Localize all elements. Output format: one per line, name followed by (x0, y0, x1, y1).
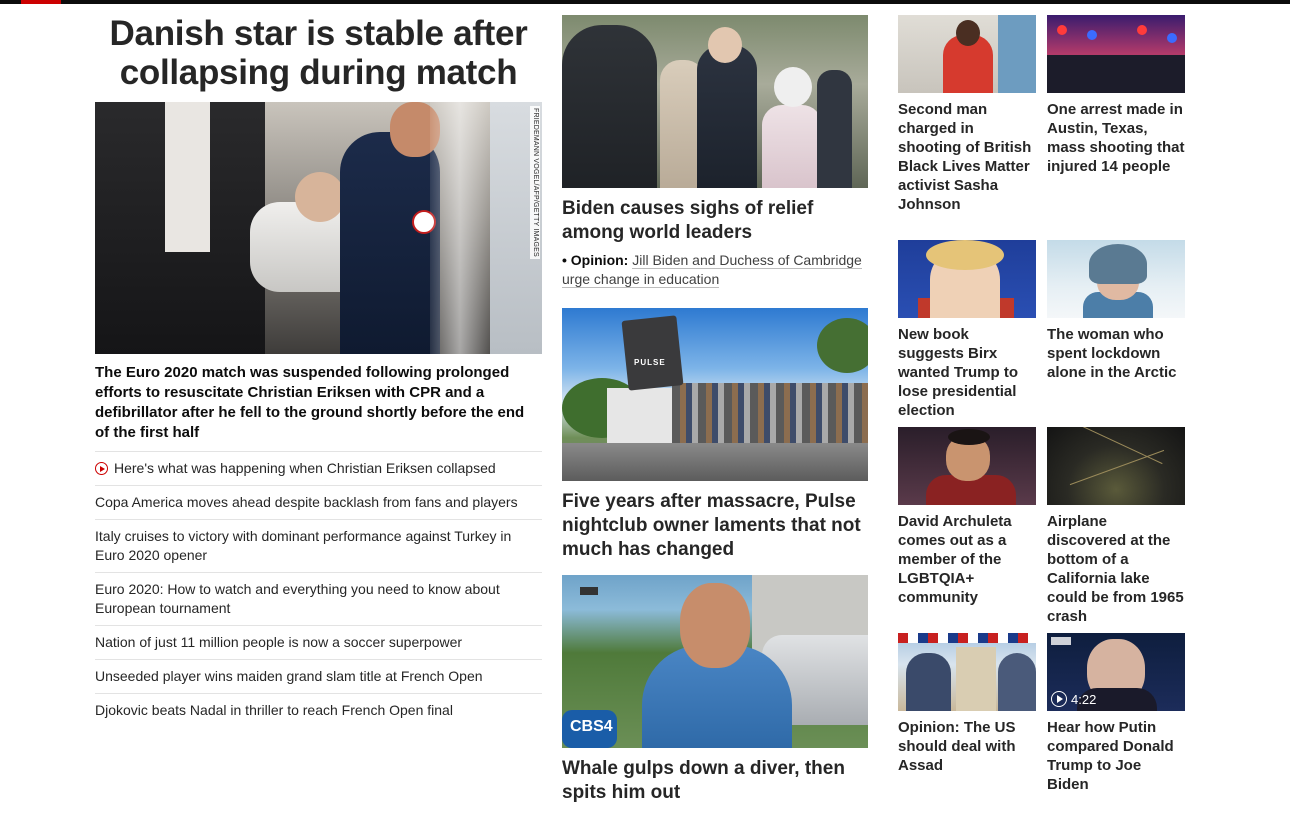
photo-player-face (295, 172, 345, 222)
video-duration: 4:22 (1051, 691, 1096, 707)
story-image-biden[interactable] (562, 15, 868, 188)
related-links-list: Here's what was happening when Christian… (95, 451, 542, 727)
play-circle-icon (1051, 691, 1067, 707)
related-link[interactable]: Here's what was happening when Christian… (95, 451, 542, 485)
tile-title[interactable]: The woman who spent lockdown alone in th… (1047, 325, 1185, 382)
pulse-sign (621, 315, 684, 391)
related-link[interactable]: Euro 2020: How to watch and everything y… (95, 572, 542, 625)
network-logo-icon (580, 587, 598, 595)
related-link-text[interactable]: Euro 2020: How to watch and everything y… (95, 581, 500, 616)
opinion-link[interactable]: • Opinion: Jill Biden and Duchess of Cam… (562, 251, 868, 289)
related-link[interactable]: Unseeded player wins maiden grand slam t… (95, 659, 542, 693)
grid-tile[interactable]: One arrest made in Austin, Texas, mass s… (1047, 15, 1185, 176)
grid-tile[interactable]: The woman who spent lockdown alone in th… (1047, 240, 1185, 382)
related-link-text[interactable]: Here's what was happening when Christian… (114, 460, 496, 476)
related-link[interactable]: Djokovic beats Nadal in thriller to reac… (95, 693, 542, 727)
story-title[interactable]: Whale gulps down a diver, then spits him… (562, 757, 868, 805)
tile-thumbnail[interactable] (898, 427, 1036, 505)
related-link[interactable]: Italy cruises to victory with dominant p… (95, 519, 542, 572)
story-card-pulse: PULSE Five years after massacre, Pulse n… (562, 308, 868, 562)
tile-thumbnail[interactable] (1047, 240, 1185, 318)
tile-title[interactable]: Second man charged in shooting of Britis… (898, 100, 1036, 214)
mic-flag-text: CBS4 (570, 718, 613, 735)
related-link-text[interactable]: Italy cruises to victory with dominant p… (95, 528, 511, 563)
story-image-whale[interactable]: CBS4 (562, 575, 868, 748)
story-title[interactable]: Biden causes sighs of relief among world… (562, 197, 868, 245)
photo-figure-left (95, 102, 265, 354)
tile-title[interactable]: David Archuleta comes out as a member of… (898, 512, 1036, 607)
related-link-text[interactable]: Unseeded player wins maiden grand slam t… (95, 668, 483, 684)
tile-thumbnail[interactable] (898, 15, 1036, 93)
tile-thumbnail[interactable] (1047, 427, 1185, 505)
tile-title[interactable]: Airplane discovered at the bottom of a C… (1047, 512, 1185, 626)
related-link-text[interactable]: Copa America moves ahead despite backlas… (95, 494, 518, 510)
grid-tile[interactable]: Second man charged in shooting of Britis… (898, 15, 1036, 214)
lead-headline[interactable]: Danish star is stable after collapsing d… (95, 14, 542, 92)
lead-summary[interactable]: The Euro 2020 match was suspended follow… (95, 363, 542, 443)
grid-tile[interactable]: New book suggests Birx wanted Trump to l… (898, 240, 1036, 420)
tile-title[interactable]: New book suggests Birx wanted Trump to l… (898, 325, 1036, 420)
pulse-sign-text: PULSE (634, 358, 666, 367)
story-title[interactable]: Five years after massacre, Pulse nightcl… (562, 490, 868, 562)
tile-title[interactable]: Opinion: The US should deal with Assad (898, 718, 1036, 775)
top-navigation-bar (0, 0, 1290, 4)
opinion-label: Opinion: (570, 252, 629, 268)
grid-tile[interactable]: Opinion: The US should deal with Assad (898, 633, 1036, 775)
photo-medic (340, 132, 440, 354)
duration-text: 4:22 (1071, 691, 1097, 707)
story-image-pulse[interactable]: PULSE (562, 308, 868, 481)
tile-thumbnail[interactable]: 4:22 (1047, 633, 1185, 711)
brand-accent-bar[interactable] (21, 0, 61, 4)
lead-image[interactable]: FRIEDEMANN VOGEL/AFP/GETTY IMAGES (95, 102, 542, 354)
lead-story: Danish star is stable after collapsing d… (95, 14, 542, 727)
related-link-text[interactable]: Nation of just 11 million people is now … (95, 634, 462, 650)
tile-title[interactable]: Hear how Putin compared Donald Trump to … (1047, 718, 1185, 794)
image-credit: FRIEDEMANN VOGEL/AFP/GETTY IMAGES (530, 106, 540, 259)
related-link[interactable]: Nation of just 11 million people is now … (95, 625, 542, 659)
tile-title[interactable]: One arrest made in Austin, Texas, mass s… (1047, 100, 1185, 176)
story-card-biden: Biden causes sighs of relief among world… (562, 15, 868, 289)
related-link[interactable]: Copa America moves ahead despite backlas… (95, 485, 542, 519)
related-link-text[interactable]: Djokovic beats Nadal in thriller to reac… (95, 702, 453, 718)
photo-blur-pole (430, 102, 490, 354)
grid-tile[interactable]: David Archuleta comes out as a member of… (898, 427, 1036, 607)
tile-thumbnail[interactable] (898, 633, 1036, 711)
grid-tile[interactable]: 4:22 Hear how Putin compared Donald Trum… (1047, 633, 1185, 794)
play-video-icon (95, 462, 108, 475)
grid-tile[interactable]: Airplane discovered at the bottom of a C… (1047, 427, 1185, 626)
story-card-whale: CBS4 Whale gulps down a diver, then spit… (562, 575, 868, 805)
secondary-stories: Biden causes sighs of relief among world… (562, 15, 868, 803)
bullet: • (562, 252, 567, 268)
tile-thumbnail[interactable] (898, 240, 1036, 318)
tile-thumbnail[interactable] (1047, 15, 1185, 93)
